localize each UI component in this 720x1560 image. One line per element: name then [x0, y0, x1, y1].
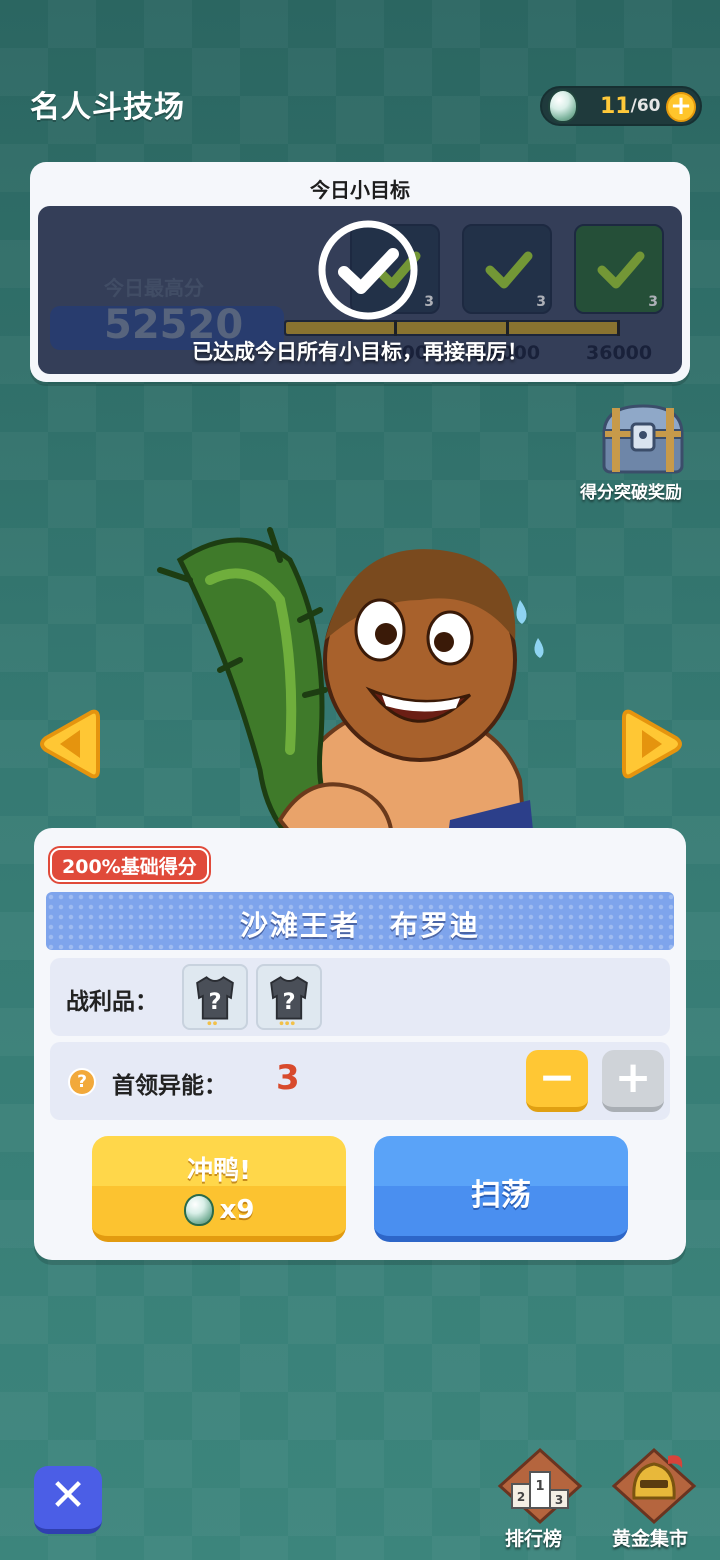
boss-name: 沙滩王者 布罗迪 [239, 909, 480, 942]
svg-text:2: 2 [517, 1490, 525, 1504]
boss-ability-value: 3 [276, 1058, 300, 1098]
charge-cost: x9 [219, 1195, 255, 1225]
daily-goals-title: 今日小目标 [310, 178, 410, 202]
add-energy-button[interactable]: + [666, 92, 696, 122]
boss-ability-label: 首领异能： [112, 1073, 227, 1099]
svg-text:1: 1 [535, 1479, 544, 1494]
mystery-armor-icon: ? [196, 976, 234, 1026]
svg-text:3: 3 [555, 1493, 563, 1507]
energy-counter[interactable]: 11 /60 + [540, 86, 702, 126]
golden-market-helmet-icon[interactable] [608, 1446, 700, 1526]
unknown-loot-item[interactable]: ? [182, 964, 248, 1030]
charge-button[interactable]: 冲鸭! x9 [92, 1136, 346, 1242]
energy-current: 11 [600, 93, 631, 119]
svg-text:?: ? [208, 989, 221, 1015]
sweep-button-label: 扫荡 [471, 1178, 531, 1213]
egg-energy-icon [183, 1194, 214, 1226]
unknown-loot-item[interactable]: ? [256, 964, 322, 1030]
daily-goals-panel: 今日最高分 52520 3 3 3 22000 29000 36000 已达成今… [38, 206, 682, 374]
all-goals-done-message: 已达成今日所有小目标，再接再厉！ [192, 340, 528, 364]
help-icon[interactable]: ? [68, 1068, 96, 1096]
page-title: 名人斗技场 [30, 90, 185, 125]
boss-name-banner: 沙滩王者 布罗迪 [46, 892, 674, 950]
previous-boss-arrow-icon[interactable] [36, 704, 100, 784]
next-boss-arrow-icon[interactable] [622, 704, 686, 784]
treasure-chest-icon[interactable] [598, 400, 688, 476]
loot-label: 战利品： [66, 989, 158, 1015]
decrease-ability-button[interactable]: − [526, 1050, 588, 1112]
bonus-score-badge: 200%基础得分 [50, 848, 209, 882]
sweep-button[interactable]: 扫荡 [374, 1136, 628, 1242]
increase-ability-button[interactable]: + [602, 1050, 664, 1112]
boss-info-card: 200%基础得分 沙滩王者 布罗迪 战利品： ? ? ? 首领异能： 3 − +… [34, 828, 686, 1260]
daily-goals-card: 今日小目标 今日最高分 52520 3 3 3 22000 29000 3600… [30, 162, 690, 382]
leaderboard-podium-icon[interactable]: 2 1 3 [494, 1446, 586, 1526]
boss-ability-row: ? 首领异能： 3 − + [50, 1042, 670, 1120]
golden-market-label[interactable]: 黄金集市 [612, 1524, 688, 1551]
close-button[interactable]: ✕ [34, 1466, 102, 1534]
loot-row: 战利品： ? ? [50, 958, 670, 1036]
mystery-armor-icon: ? [270, 976, 308, 1026]
svg-text:?: ? [282, 989, 295, 1015]
score-breakthrough-reward-label: 得分突破奖励 [580, 483, 682, 503]
egg-energy-icon [548, 89, 578, 123]
energy-max: /60 [630, 96, 661, 116]
leaderboard-label[interactable]: 排行榜 [505, 1524, 562, 1551]
completed-check-icon [318, 220, 418, 320]
charge-button-label: 冲鸭! [187, 1156, 251, 1186]
